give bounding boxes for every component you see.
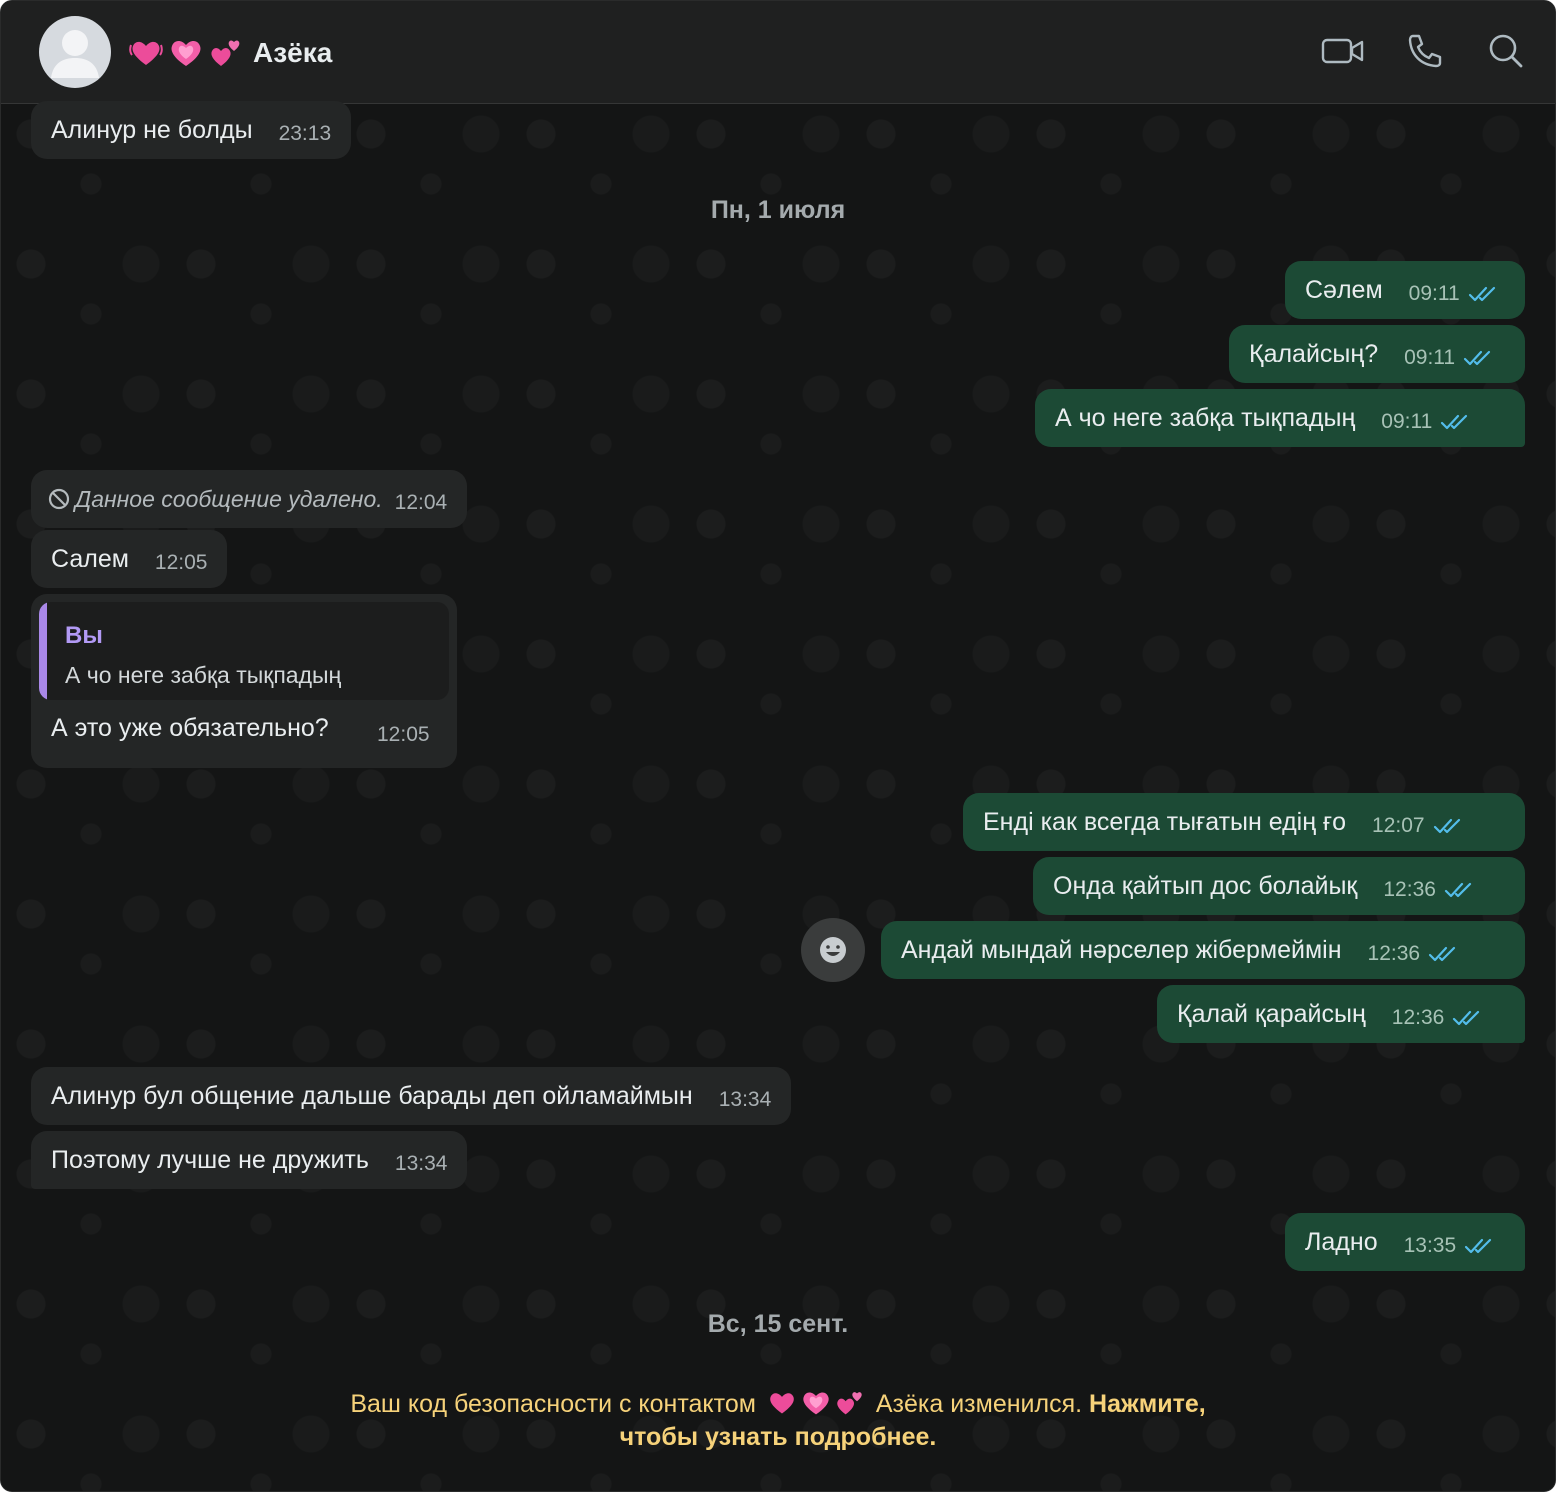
notice-text: Ваш код безопасности с контактом: [350, 1390, 756, 1418]
read-receipt-icon: [1468, 286, 1495, 302]
message-incoming-reply[interactable]: Вы А чо неге забқа тықпадың А это уже об…: [31, 594, 457, 768]
deleted-block-icon: [48, 488, 70, 510]
read-receipt-icon: [1428, 946, 1456, 962]
message-time: 09:11: [1404, 346, 1456, 369]
message-outgoing[interactable]: Онда қайтып дос болайық 12:36: [1033, 857, 1525, 915]
message-incoming[interactable]: Салем 12:05: [31, 530, 228, 588]
message-outgoing[interactable]: Қалайсың? 09:11: [1229, 325, 1525, 383]
message-outgoing[interactable]: Қалай қарайсың 12:36: [1157, 985, 1525, 1043]
date-separator: Пн, 1 июля: [710, 196, 846, 224]
message-time: 12:36: [1367, 942, 1421, 965]
reaction-button[interactable]: [801, 918, 865, 982]
notice-contact-name: Азёка изменился.: [875, 1390, 1083, 1418]
message-text: Сәлем: [1305, 275, 1383, 304]
default-avatar-icon: [51, 30, 99, 78]
contact-name-hearts: [129, 37, 243, 69]
message-text: Андай мындай нәрселер жібермеймін: [901, 935, 1342, 964]
message-time: 13:34: [394, 1152, 448, 1175]
message-text: Енді как всегда тығатын едің ғо: [983, 807, 1347, 836]
message-text: Салем: [51, 544, 129, 573]
message-incoming[interactable]: Поэтому лучше не дружить 13:34: [31, 1131, 468, 1189]
message-time: 12:04: [394, 491, 448, 514]
read-receipt-icon: [1464, 350, 1491, 366]
message-time: 12:07: [1372, 814, 1425, 837]
message-text: А чо неге забқа тықпадың: [1055, 403, 1356, 432]
message-outgoing[interactable]: Андай мындай нәрселер жібермеймін 12:36: [881, 921, 1525, 979]
read-receipt-icon: [1441, 414, 1468, 430]
message-text: Алинур не болды: [51, 115, 253, 144]
message-time: 12:36: [1383, 878, 1436, 901]
security-code-notice[interactable]: Ваш код безопасности с контактом Азёка и…: [1, 1388, 1555, 1454]
quoted-message[interactable]: Вы А чо неге забқа тықпадың: [39, 602, 449, 700]
date-separator: Вс, 15 сент.: [707, 1310, 849, 1338]
message-outgoing[interactable]: Енді как всегда тығатын едің ғо 12:07: [963, 793, 1525, 851]
contact-title[interactable]: Азёка: [129, 31, 332, 75]
read-receipt-icon: [1444, 882, 1472, 898]
message-text: Поэтому лучше не дружить: [51, 1145, 369, 1174]
quote-accent-bar: [39, 602, 47, 700]
message-outgoing[interactable]: Сәлем 09:11: [1285, 261, 1525, 319]
two-hearts-icon: [837, 1392, 862, 1415]
message-time: 12:05: [154, 551, 208, 574]
message-time: 13:35: [1403, 1234, 1457, 1257]
message-time: 09:11: [1381, 410, 1433, 433]
contact-name: Азёка: [253, 37, 333, 68]
read-receipt-icon: [1433, 818, 1460, 834]
video-call-icon[interactable]: [1321, 31, 1365, 71]
message-incoming[interactable]: Алинур не болды 23:13: [31, 101, 352, 159]
message-text: Қалай қарайсың: [1177, 999, 1366, 1028]
growing-heart-icon: [803, 1392, 829, 1415]
message-time: 09:11: [1408, 282, 1460, 305]
message-text: А это уже обязательно?: [51, 714, 329, 742]
notice-action-link[interactable]: Нажмите,: [1089, 1390, 1206, 1418]
message-list[interactable]: Алинур не болды 23:13 Пн, 1 июля Сәлем 0…: [1, 101, 1555, 1491]
message-text: Данное сообщение удалено.: [75, 485, 383, 512]
contact-avatar[interactable]: [39, 16, 111, 88]
message-outgoing[interactable]: Ладно 13:35: [1285, 1213, 1525, 1271]
read-receipt-icon: [1465, 1238, 1492, 1254]
smiley-icon: [820, 937, 846, 963]
growing-heart-icon: [171, 40, 201, 66]
contact-name-hearts: [767, 1389, 865, 1417]
read-receipt-icon: [1453, 1010, 1480, 1026]
beating-heart-icon: [770, 1393, 794, 1414]
search-icon[interactable]: [1485, 31, 1529, 71]
message-text: Қалайсың?: [1249, 339, 1379, 368]
message-text: Онда қайтып дос болайық: [1053, 871, 1358, 900]
message-text: Ладно: [1305, 1227, 1378, 1256]
quote-author: Вы: [65, 622, 103, 649]
message-outgoing[interactable]: А чо неге забқа тықпадың 09:11: [1035, 389, 1525, 447]
chat-header: Азёка: [1, 1, 1555, 104]
two-hearts-icon: [211, 40, 240, 66]
message-time: 12:05: [377, 723, 430, 746]
message-time: 12:36: [1391, 1006, 1445, 1029]
message-incoming[interactable]: Алинур бул общение дальше барады деп ойл…: [31, 1067, 792, 1125]
message-deleted[interactable]: Данное сообщение удалено. 12:04: [31, 470, 468, 528]
quote-text: А чо неге забқа тықпадың: [65, 662, 342, 688]
message-time: 13:34: [718, 1088, 772, 1111]
chat-window: Азёка Алинур не болды 23:13 Пн, 1 июля С…: [0, 0, 1556, 1492]
notice-action-link[interactable]: чтобы узнать подробнее.: [620, 1423, 937, 1451]
beating-heart-icon: [129, 41, 163, 65]
voice-call-icon[interactable]: [1403, 31, 1447, 71]
message-time: 23:13: [278, 122, 332, 145]
message-text: Алинур бул общение дальше барады деп ойл…: [51, 1081, 693, 1110]
